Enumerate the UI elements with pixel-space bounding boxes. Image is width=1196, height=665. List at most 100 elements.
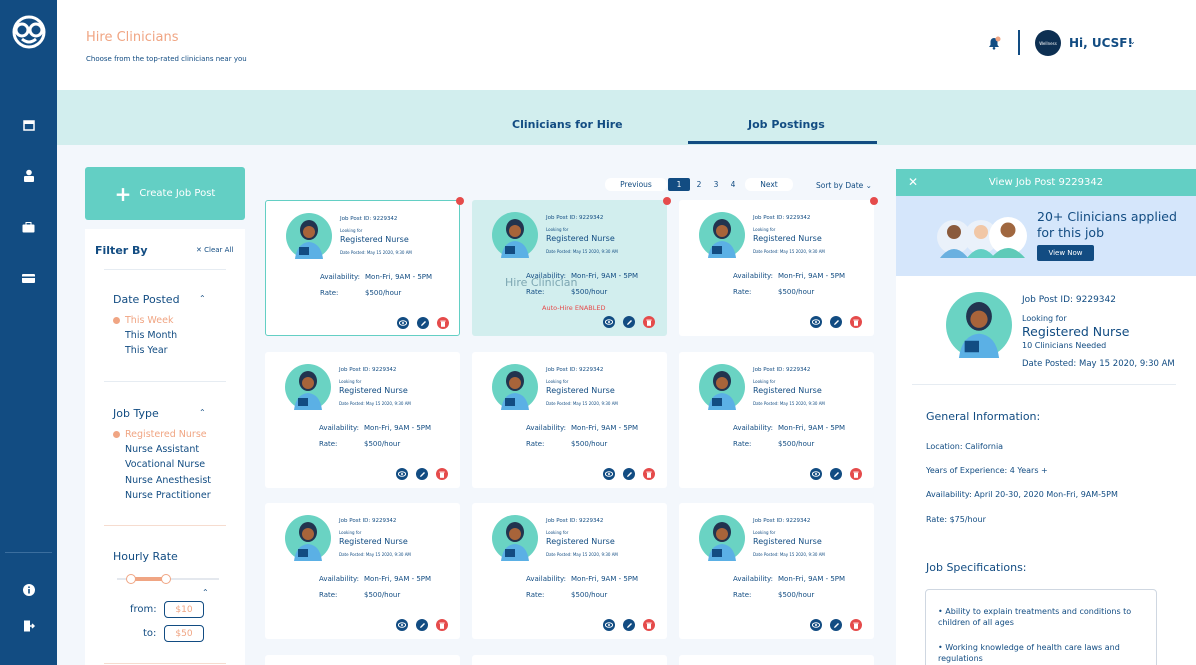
filter-option-nurse-practitioner[interactable]: Nurse Practitioner (125, 490, 211, 501)
job-post-card[interactable]: Job Post ID: 9229342 Looking for Registere… (472, 352, 667, 488)
edit-button[interactable] (623, 316, 635, 328)
previous-page-button[interactable]: Previous (605, 178, 667, 191)
sort-label: Sort by Date (816, 181, 864, 190)
edit-button[interactable] (830, 619, 842, 631)
job-post-card[interactable]: Job Post ID: 9229342 Looking for Registere… (265, 200, 460, 336)
delete-button[interactable] (436, 468, 448, 480)
applicants-banner: 20+ Clinicians applied for this job View… (896, 196, 1196, 276)
avatar[interactable]: Wellness (1035, 30, 1061, 56)
job-post-card[interactable]: Job Post ID: 9229342 Looking for Registere… (679, 352, 874, 488)
rate-slider-min-handle[interactable] (126, 574, 136, 584)
date-posted-heading[interactable]: Date Posted (113, 293, 180, 306)
card-availability-label: Availability: (733, 272, 774, 280)
job-post-card[interactable]: Job Post ID: 9229342 Looking for Registere… (472, 200, 667, 336)
filter-option-nurse-anesthesist[interactable]: Nurse Anesthesist (125, 475, 211, 486)
filter-option-nurse-assistant[interactable]: Nurse Assistant (125, 444, 199, 455)
nurse-avatar-illustration (492, 515, 538, 561)
card-availability: Mon-Fri, 9AM - 5PM (778, 424, 846, 432)
edit-button[interactable] (830, 316, 842, 328)
job-post-card[interactable]: Job Post ID: 9229342 Looking for Registere… (472, 503, 667, 639)
view-button[interactable] (810, 316, 822, 328)
view-button[interactable] (397, 317, 409, 329)
job-post-card[interactable] (472, 655, 667, 665)
delete-button[interactable] (643, 316, 655, 328)
edit-button[interactable] (416, 619, 428, 631)
job-post-card[interactable]: Job Post ID: 9229342 Looking for Registere… (265, 503, 460, 639)
edit-button[interactable] (623, 468, 635, 480)
edit-button[interactable] (623, 619, 635, 631)
edit-button[interactable] (416, 468, 428, 480)
card-looking-for: Looking for (546, 227, 569, 232)
clear-all-button[interactable]: ✕ Clear All (196, 246, 233, 254)
delete-button[interactable] (437, 317, 449, 329)
rate-from-input[interactable]: $10 (164, 601, 204, 618)
card-availability: Mon-Fri, 9AM - 5PM (778, 575, 846, 583)
logo-icon[interactable] (0, 14, 57, 50)
next-page-button[interactable]: Next (745, 178, 793, 191)
page-1-button[interactable]: 1 (668, 178, 690, 191)
delete-button[interactable] (850, 468, 862, 480)
chevron-up-icon[interactable]: ⌃ (202, 588, 209, 597)
briefcase-icon[interactable] (0, 220, 57, 234)
filter-option-registered-nurse[interactable]: Registered Nurse (125, 429, 207, 440)
chevron-up-icon[interactable]: ⌃ (199, 408, 206, 417)
view-button[interactable] (603, 316, 615, 328)
filter-option-this-year[interactable]: This Year (125, 345, 168, 356)
info-icon[interactable] (0, 583, 57, 597)
eye-icon (399, 320, 407, 326)
card-icon[interactable] (0, 271, 57, 285)
tab-job-postings[interactable]: Job Postings (748, 118, 825, 131)
card-availability: Mon-Fri, 9AM - 5PM (364, 424, 432, 432)
card-date-posted: Date Posted: May 15 2020, 9:30 AM (340, 250, 412, 255)
greeting[interactable]: Hi, UCSF! (1069, 36, 1133, 50)
view-button[interactable] (396, 468, 408, 480)
job-post-card[interactable]: Job Post ID: 9229342 Looking for Registere… (679, 200, 874, 336)
card-role: Registered Nurse (546, 234, 615, 243)
view-button[interactable] (810, 468, 822, 480)
calendar-icon[interactable] (0, 118, 57, 132)
page-4-button[interactable]: 4 (726, 178, 740, 191)
sort-dropdown[interactable]: Sort by Date ⌄ (816, 181, 872, 190)
delete-button[interactable] (643, 468, 655, 480)
notification-bell-icon[interactable] (987, 35, 1001, 54)
chevron-up-icon[interactable]: ⌃ (199, 294, 206, 303)
delete-button[interactable] (850, 316, 862, 328)
filter-option-this-week[interactable]: This Week (125, 315, 173, 326)
plus-icon: + (114, 181, 132, 206)
eye-icon (398, 471, 406, 477)
delete-button[interactable] (643, 619, 655, 631)
close-icon[interactable]: ✕ (908, 175, 918, 189)
card-date-posted: Date Posted: May 15 2020, 9:30 AM (753, 401, 825, 406)
filter-panel: Filter By ✕ Clear All Date Posted ⌃ This… (85, 229, 245, 665)
create-job-post-button[interactable]: + Create Job Post (85, 167, 245, 220)
chevron-down-icon[interactable]: ⌄ (1129, 37, 1136, 46)
job-post-card[interactable] (679, 655, 874, 665)
page-2-button[interactable]: 2 (692, 178, 706, 191)
job-post-detail-panel: View Job Post 9229342 ✕ 20+ Clinicians a… (896, 169, 1196, 665)
job-post-card[interactable] (265, 655, 460, 665)
view-button[interactable] (603, 468, 615, 480)
job-post-card[interactable]: Job Post ID: 9229342 Looking for Registere… (265, 352, 460, 488)
rate-to-input[interactable]: $50 (164, 625, 204, 642)
filter-option-vocational-nurse[interactable]: Vocational Nurse (125, 459, 205, 470)
edit-button[interactable] (830, 468, 842, 480)
logout-icon[interactable] (0, 619, 57, 633)
delete-button[interactable] (436, 619, 448, 631)
job-type-heading[interactable]: Job Type (113, 407, 159, 420)
page-3-button[interactable]: 3 (709, 178, 723, 191)
card-availability-label: Availability: (733, 424, 774, 432)
rate-slider-max-handle[interactable] (161, 574, 171, 584)
job-post-card[interactable]: Job Post ID: 9229342 Looking for Registere… (679, 503, 874, 639)
tab-clinicians-for-hire[interactable]: Clinicians for Hire (512, 118, 623, 131)
view-button[interactable] (810, 619, 822, 631)
filter-option-this-month[interactable]: This Month (125, 330, 177, 341)
card-role: Registered Nurse (339, 386, 408, 395)
view-button[interactable] (603, 619, 615, 631)
edit-button[interactable] (417, 317, 429, 329)
tab-bar: Clinicians for Hire Job Postings (57, 90, 1196, 145)
view-now-button[interactable]: View Now (1037, 245, 1094, 261)
trash-icon (853, 319, 859, 326)
clinician-icon[interactable] (0, 168, 57, 182)
delete-button[interactable] (850, 619, 862, 631)
view-button[interactable] (396, 619, 408, 631)
